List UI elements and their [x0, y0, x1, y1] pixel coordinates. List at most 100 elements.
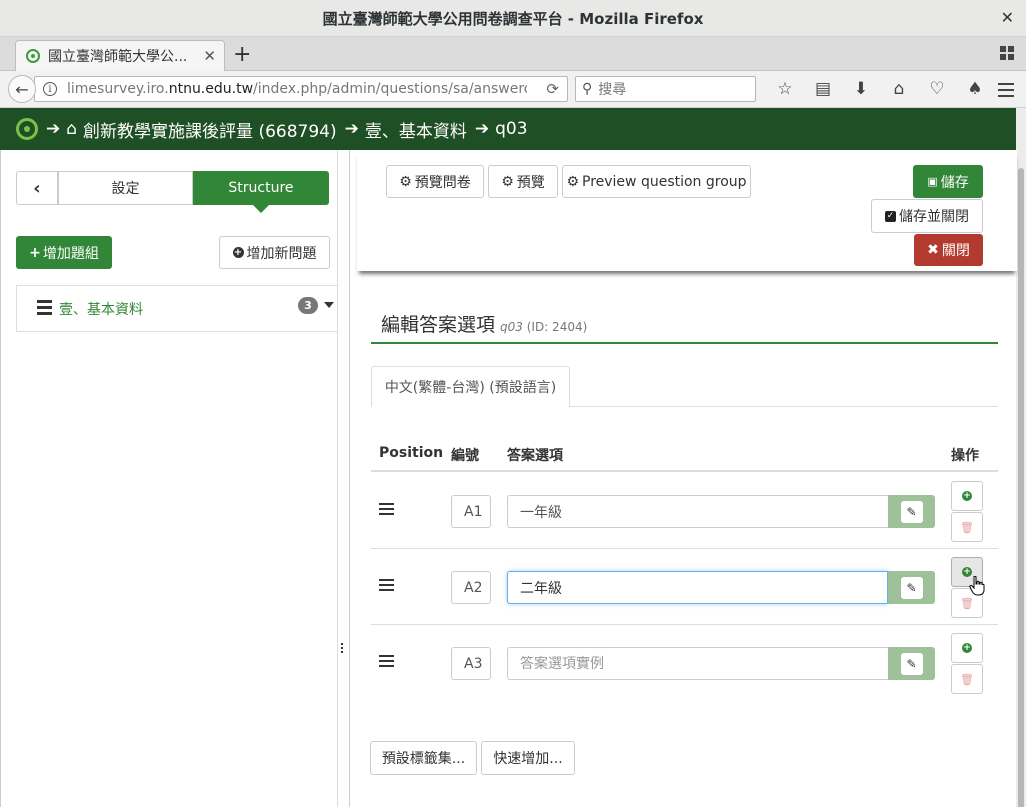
answer-text-input[interactable] [507, 495, 888, 528]
close-icon: ✖ [927, 242, 939, 258]
tab-settings[interactable]: 設定 [58, 171, 193, 205]
preview-survey-label: 預覽問卷 [414, 174, 471, 191]
browser-tabbar: 國立臺灣師範大學公... ✕ + [0, 37, 1026, 71]
question-group-name[interactable]: 壹、基本資料 [59, 299, 143, 319]
drag-handle-icon[interactable] [379, 579, 394, 594]
close-button[interactable]: ✖ 關閉 [914, 234, 983, 266]
sync-icon[interactable]: ♠ [956, 79, 994, 99]
tab-close-icon[interactable]: ✕ [203, 47, 216, 65]
reader-list-icon[interactable]: ▤ [804, 79, 842, 99]
answer-table-header: Position 編號 答案選項 操作 [371, 436, 998, 472]
preview-label: 預覽 [516, 174, 545, 191]
site-info-icon[interactable]: i [43, 82, 57, 96]
question-count-badge: 3 [298, 297, 318, 314]
tab-language[interactable]: 中文(繁體-台灣) (預設語言) [371, 366, 570, 407]
sidebar: ‹ 設定 Structure + 增加題組 + 增加新問題 壹、基本資料 3 [0, 150, 343, 807]
breadcrumb: ➔ ⌂ 創新教學實施課後評量 (668794) ➔ 壹、基本資料 ➔ q03 [0, 108, 1016, 150]
save-close-label: 儲存並關閉 [899, 209, 969, 225]
question-group-item[interactable]: 壹、基本資料 3 [16, 285, 338, 332]
question-id: (ID: 2404) [526, 320, 588, 334]
add-group-label: 增加題組 [42, 245, 99, 262]
home-icon[interactable]: ⌂ [880, 79, 918, 99]
gear-icon: ⚙ [566, 173, 579, 190]
scrollbar-thumb[interactable] [1018, 168, 1024, 807]
url-text: limesurvey.iro.ntnu.edu.tw/index.php/adm… [67, 81, 527, 97]
search-icon: ⚲ [582, 81, 593, 97]
limesurvey-logo-icon[interactable] [16, 118, 38, 140]
trash-icon: 🗑 [960, 596, 974, 610]
edit-answer-button[interactable]: ✎ [888, 495, 935, 528]
add-answer-button[interactable]: + [951, 633, 983, 663]
new-tab-icon[interactable]: + [233, 42, 251, 67]
breadcrumb-question[interactable]: q03 [495, 119, 527, 139]
edit-answer-button[interactable]: ✎ [888, 571, 935, 604]
browser-navbar: i limesurvey.iro.ntnu.edu.tw/index.php/a… [0, 71, 1026, 108]
menu-icon[interactable] [998, 83, 1014, 101]
answer-text-input[interactable] [507, 647, 888, 680]
home-icon[interactable]: ⌂ [66, 119, 77, 139]
toolbar-icons: ☆ ▤ ⬇ ⌂ ♡ ♠ [766, 79, 994, 99]
save-and-close-button[interactable]: ✓ 儲存並關閉 [871, 199, 983, 233]
table-row: ✎ + 🗑 [371, 549, 998, 625]
back-button[interactable]: ← [8, 75, 36, 103]
sidebar-resize-handle[interactable] [341, 643, 344, 657]
bookmark-star-icon[interactable]: ☆ [766, 79, 804, 99]
delete-answer-button[interactable]: 🗑 [951, 512, 983, 542]
answer-text-input[interactable] [507, 571, 888, 604]
hand-cursor-icon [969, 576, 985, 596]
trash-icon: 🗑 [960, 672, 974, 686]
question-code: q03 [500, 320, 523, 334]
preview-group-label: Preview question group [582, 173, 747, 190]
save-button[interactable]: ▣ 儲存 [913, 165, 983, 198]
answer-code-input[interactable] [451, 647, 491, 680]
pocket-icon[interactable]: ♡ [918, 79, 956, 99]
page-scrollbar[interactable] [1016, 108, 1026, 807]
checkbox-icon: ✓ [885, 210, 896, 222]
drag-handle-icon[interactable] [379, 503, 394, 518]
add-answer-button[interactable]: + [951, 481, 983, 511]
tab-structure[interactable]: Structure [193, 171, 329, 213]
delete-answer-button[interactable]: 🗑 [951, 664, 983, 694]
chevron-right-icon: ➔ [46, 119, 61, 139]
edit-answer-button[interactable]: ✎ [888, 647, 935, 680]
window-close-icon[interactable]: ✕ [1001, 8, 1014, 27]
add-group-button[interactable]: + 增加題組 [16, 236, 112, 269]
pencil-icon: ✎ [900, 652, 923, 675]
back-arrow-icon: ← [15, 79, 29, 99]
search-input[interactable]: ⚲ 搜尋 [575, 76, 756, 102]
answer-code-input[interactable] [451, 571, 491, 604]
drag-handle-icon[interactable] [379, 655, 394, 670]
url-bar[interactable]: i limesurvey.iro.ntnu.edu.tw/index.php/a… [34, 76, 568, 102]
quick-add-button[interactable]: 快速增加... [481, 741, 575, 775]
breadcrumb-survey[interactable]: 創新教學實施課後評量 (668794) [83, 117, 337, 142]
collapse-sidebar-button[interactable]: ‹ [16, 171, 58, 205]
tab-list-icon[interactable] [1000, 46, 1014, 60]
caret-down-icon[interactable] [324, 302, 334, 308]
predefined-label-sets-button[interactable]: 預設標籤集... [370, 741, 477, 775]
chevron-right-icon: ➔ [344, 119, 359, 139]
reload-icon[interactable]: ⟳ [546, 80, 559, 98]
gear-icon: ⚙ [399, 173, 412, 190]
preview-question-group-button[interactable]: ⚙ Preview question group [562, 165, 751, 198]
trash-icon: 🗑 [960, 520, 974, 534]
list-icon [37, 299, 52, 318]
title-divider [371, 342, 998, 344]
breadcrumb-group[interactable]: 壹、基本資料 [365, 117, 467, 142]
pencil-icon: ✎ [900, 576, 923, 599]
download-icon[interactable]: ⬇ [842, 79, 880, 99]
chevron-right-icon: ➔ [474, 119, 490, 139]
add-question-button[interactable]: + 增加新問題 [219, 236, 330, 269]
main-content: ⚙ 預覽問卷 ⚙ 預覽 ⚙ Preview question group ▣ 儲… [349, 150, 1017, 807]
page-title: 編輯答案選項 q03 (ID: 2404) [381, 310, 587, 337]
browser-tab[interactable]: 國立臺灣師範大學公... ✕ [15, 40, 225, 71]
add-question-label: 增加新問題 [246, 245, 317, 262]
column-code: 編號 [451, 448, 479, 464]
floppy-disk-icon: ▣ [927, 175, 938, 188]
gear-icon: ⚙ [501, 173, 514, 190]
preview-button[interactable]: ⚙ 預覽 [488, 165, 558, 198]
search-placeholder: 搜尋 [598, 82, 627, 98]
window-titlebar: 國立臺灣師範大學公用問卷調查平台 - Mozilla Firefox ✕ [0, 0, 1026, 37]
preview-survey-button[interactable]: ⚙ 預覽問卷 [386, 165, 484, 198]
answer-code-input[interactable] [451, 495, 491, 528]
table-row: ✎ + 🗑 [371, 625, 998, 701]
